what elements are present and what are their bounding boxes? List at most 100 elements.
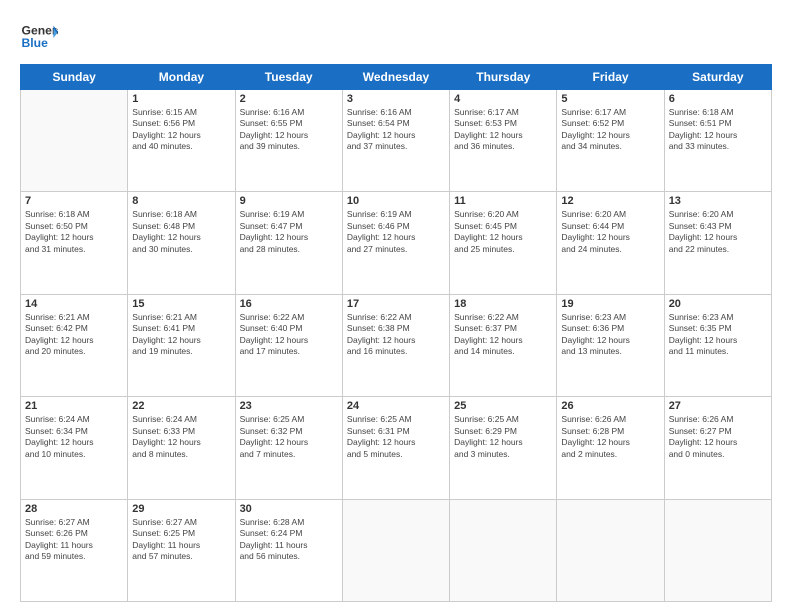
day-number: 29 (132, 503, 230, 515)
calendar-cell: 15Sunrise: 6:21 AMSunset: 6:41 PMDayligh… (128, 294, 235, 396)
day-info: Sunrise: 6:21 AMSunset: 6:42 PMDaylight:… (25, 312, 123, 358)
logo-icon: General Blue (20, 18, 58, 56)
day-number: 14 (25, 298, 123, 310)
day-number: 22 (132, 400, 230, 412)
calendar-cell (450, 499, 557, 601)
calendar-cell: 25 Sunrise: 6:25 AMSunset: 6:29 PMDayligh… (450, 397, 557, 499)
calendar-cell (21, 90, 128, 192)
calendar-cell: 20 Sunrise: 6:23 AMSunset: 6:35 PMDayligh… (664, 294, 771, 396)
day-info: Sunrise: 6:22 AMSunset: 6:38 PMDaylight:… (347, 312, 445, 358)
day-number: 11 (454, 195, 552, 207)
calendar-cell: 19 Sunrise: 6:23 AMSunset: 6:36 PMDayligh… (557, 294, 664, 396)
header: General Blue (20, 18, 772, 56)
calendar-cell: 26 Sunrise: 6:26 AMSunset: 6:28 PMDayligh… (557, 397, 664, 499)
day-info: Sunrise: 6:19 AMSunset: 6:46 PMDaylight:… (347, 209, 445, 255)
calendar-cell: 10 Sunrise: 6:19 AMSunset: 6:46 PMDayligh… (342, 192, 449, 294)
day-number: 5 (561, 93, 659, 105)
week-row-3: 14 Sunrise: 6:21 AMSunset: 6:42 PMDayligh… (21, 294, 772, 396)
day-info: Sunrise: 6:23 AMSunset: 6:36 PMDaylight:… (561, 312, 659, 358)
day-number: 4 (454, 93, 552, 105)
day-number: 23 (240, 400, 338, 412)
day-number: 13 (669, 195, 767, 207)
day-number: 6 (669, 93, 767, 105)
logo: General Blue (20, 18, 58, 56)
calendar-cell: 4Sunrise: 6:17 AMSunset: 6:53 PMDaylight… (450, 90, 557, 192)
calendar-cell: 21 Sunrise: 6:24 AMSunset: 6:34 PMDayligh… (21, 397, 128, 499)
day-info: Sunrise: 6:19 AMSunset: 6:47 PMDaylight:… (240, 209, 338, 255)
day-number: 3 (347, 93, 445, 105)
weekday-header-sunday: Sunday (21, 65, 128, 90)
day-info: Sunrise: 6:26 AMSunset: 6:27 PMDaylight:… (669, 414, 767, 460)
calendar-cell: 5Sunrise: 6:17 AMSunset: 6:52 PMDaylight… (557, 90, 664, 192)
day-info: Sunrise: 6:22 AMSunset: 6:37 PMDaylight:… (454, 312, 552, 358)
day-number: 1 (132, 93, 230, 105)
day-info: Sunrise: 6:16 AMSunset: 6:55 PMDaylight:… (240, 107, 338, 153)
calendar-cell: 30Sunrise: 6:28 AMSunset: 6:24 PMDayligh… (235, 499, 342, 601)
calendar-cell: 16Sunrise: 6:22 AMSunset: 6:40 PMDayligh… (235, 294, 342, 396)
weekday-header-friday: Friday (557, 65, 664, 90)
calendar-cell: 24 Sunrise: 6:25 AMSunset: 6:31 PMDayligh… (342, 397, 449, 499)
day-number: 16 (240, 298, 338, 310)
weekday-header-saturday: Saturday (664, 65, 771, 90)
calendar-cell (664, 499, 771, 601)
day-info: Sunrise: 6:24 AMSunset: 6:33 PMDaylight:… (132, 414, 230, 460)
calendar-cell: 12 Sunrise: 6:20 AMSunset: 6:44 PMDayligh… (557, 192, 664, 294)
weekday-header-monday: Monday (128, 65, 235, 90)
day-number: 18 (454, 298, 552, 310)
calendar-cell: 23 Sunrise: 6:25 AMSunset: 6:32 PMDayligh… (235, 397, 342, 499)
calendar-cell (557, 499, 664, 601)
day-info: Sunrise: 6:20 AMSunset: 6:43 PMDaylight:… (669, 209, 767, 255)
day-info: Sunrise: 6:20 AMSunset: 6:45 PMDaylight:… (454, 209, 552, 255)
calendar-cell: 11 Sunrise: 6:20 AMSunset: 6:45 PMDayligh… (450, 192, 557, 294)
day-info: Sunrise: 6:25 AMSunset: 6:29 PMDaylight:… (454, 414, 552, 460)
calendar-cell (342, 499, 449, 601)
day-number: 24 (347, 400, 445, 412)
day-number: 26 (561, 400, 659, 412)
day-info: Sunrise: 6:23 AMSunset: 6:35 PMDaylight:… (669, 312, 767, 358)
week-row-4: 21 Sunrise: 6:24 AMSunset: 6:34 PMDayligh… (21, 397, 772, 499)
calendar-cell: 8Sunrise: 6:18 AMSunset: 6:48 PMDaylight… (128, 192, 235, 294)
weekday-header-thursday: Thursday (450, 65, 557, 90)
weekday-header-row: SundayMondayTuesdayWednesdayThursdayFrid… (21, 65, 772, 90)
day-info: Sunrise: 6:25 AMSunset: 6:32 PMDaylight:… (240, 414, 338, 460)
weekday-header-wednesday: Wednesday (342, 65, 449, 90)
day-info: Sunrise: 6:27 AMSunset: 6:26 PMDaylight:… (25, 517, 123, 563)
day-info: Sunrise: 6:20 AMSunset: 6:44 PMDaylight:… (561, 209, 659, 255)
day-info: Sunrise: 6:28 AMSunset: 6:24 PMDaylight:… (240, 517, 338, 563)
calendar-cell: 2 Sunrise: 6:16 AMSunset: 6:55 PMDaylight… (235, 90, 342, 192)
day-info: Sunrise: 6:15 AMSunset: 6:56 PMDaylight:… (132, 107, 230, 153)
calendar-cell: 1 Sunrise: 6:15 AMSunset: 6:56 PMDaylight… (128, 90, 235, 192)
calendar-cell: 6 Sunrise: 6:18 AMSunset: 6:51 PMDaylight… (664, 90, 771, 192)
calendar-cell: 13 Sunrise: 6:20 AMSunset: 6:43 PMDayligh… (664, 192, 771, 294)
day-number: 25 (454, 400, 552, 412)
day-info: Sunrise: 6:21 AMSunset: 6:41 PMDaylight:… (132, 312, 230, 358)
day-number: 12 (561, 195, 659, 207)
day-number: 28 (25, 503, 123, 515)
day-info: Sunrise: 6:26 AMSunset: 6:28 PMDaylight:… (561, 414, 659, 460)
day-number: 21 (25, 400, 123, 412)
calendar-cell: 29 Sunrise: 6:27 AMSunset: 6:25 PMDayligh… (128, 499, 235, 601)
calendar-cell: 17 Sunrise: 6:22 AMSunset: 6:38 PMDayligh… (342, 294, 449, 396)
day-number: 2 (240, 93, 338, 105)
calendar-cell: 18 Sunrise: 6:22 AMSunset: 6:37 PMDayligh… (450, 294, 557, 396)
weekday-header-tuesday: Tuesday (235, 65, 342, 90)
day-number: 27 (669, 400, 767, 412)
day-info: Sunrise: 6:16 AMSunset: 6:54 PMDaylight:… (347, 107, 445, 153)
day-info: Sunrise: 6:18 AMSunset: 6:48 PMDaylight:… (132, 209, 230, 255)
day-number: 10 (347, 195, 445, 207)
week-row-5: 28 Sunrise: 6:27 AMSunset: 6:26 PMDayligh… (21, 499, 772, 601)
day-number: 20 (669, 298, 767, 310)
day-number: 17 (347, 298, 445, 310)
day-number: 9 (240, 195, 338, 207)
day-info: Sunrise: 6:25 AMSunset: 6:31 PMDaylight:… (347, 414, 445, 460)
day-info: Sunrise: 6:18 AMSunset: 6:50 PMDaylight:… (25, 209, 123, 255)
day-info: Sunrise: 6:18 AMSunset: 6:51 PMDaylight:… (669, 107, 767, 153)
calendar-cell: 9 Sunrise: 6:19 AMSunset: 6:47 PMDaylight… (235, 192, 342, 294)
week-row-2: 7 Sunrise: 6:18 AMSunset: 6:50 PMDaylight… (21, 192, 772, 294)
calendar-cell: 22 Sunrise: 6:24 AMSunset: 6:33 PMDayligh… (128, 397, 235, 499)
day-number: 19 (561, 298, 659, 310)
day-info: Sunrise: 6:27 AMSunset: 6:25 PMDaylight:… (132, 517, 230, 563)
day-number: 7 (25, 195, 123, 207)
day-info: Sunrise: 6:24 AMSunset: 6:34 PMDaylight:… (25, 414, 123, 460)
calendar-cell: 14 Sunrise: 6:21 AMSunset: 6:42 PMDayligh… (21, 294, 128, 396)
